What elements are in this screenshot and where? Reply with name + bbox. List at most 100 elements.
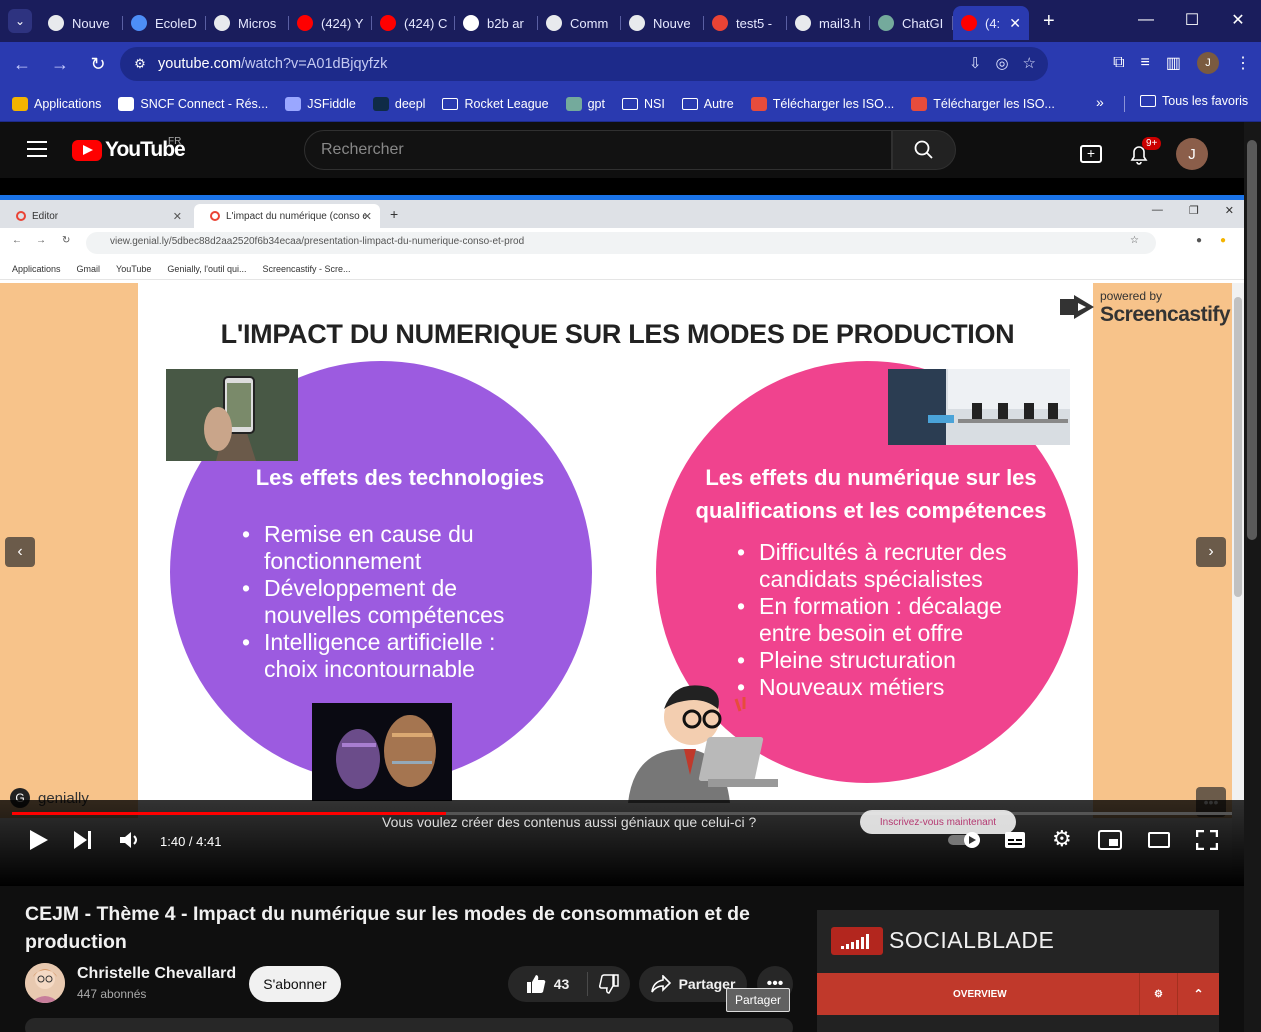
- socialblade-overview-tab[interactable]: OVERVIEW: [953, 989, 1007, 1000]
- region-code: FR: [168, 136, 182, 147]
- browser-tab[interactable]: Comm: [538, 6, 621, 40]
- browser-tab[interactable]: Nouve: [621, 6, 704, 40]
- sncf-icon: [118, 96, 135, 111]
- notifications-button[interactable]: 9+: [1128, 137, 1162, 165]
- miniplayer-icon[interactable]: [1098, 830, 1122, 850]
- browser-tab[interactable]: EcoleD: [123, 6, 206, 40]
- browser-tab[interactable]: mail3.h: [787, 6, 870, 40]
- tab-title: mail3.h: [819, 15, 861, 31]
- arrow-left-icon: ←: [12, 235, 22, 246]
- channel-name[interactable]: Christelle Chevallard: [77, 965, 236, 983]
- left-circle-heading: Les effets des technologies: [255, 465, 545, 490]
- bookmark-item[interactable]: Rocket League: [442, 96, 549, 111]
- tab-search-button[interactable]: ⌄: [8, 9, 32, 33]
- site-info-icon[interactable]: ⚙: [128, 52, 152, 76]
- bookmark-item[interactable]: Applications: [12, 96, 101, 111]
- more-bookmarks-icon[interactable]: »: [1096, 94, 1104, 110]
- tab-title: Nouve: [653, 15, 691, 31]
- menu-icon[interactable]: [27, 141, 47, 157]
- new-tab-button[interactable]: +: [1043, 10, 1055, 33]
- theater-mode-icon[interactable]: [1148, 832, 1170, 848]
- back-button[interactable]: ←: [6, 48, 38, 80]
- browser-tab[interactable]: test5 -: [704, 6, 787, 40]
- recorded-bookmark: Gmail: [76, 263, 101, 274]
- next-icon[interactable]: [74, 831, 92, 849]
- browser-tab[interactable]: b2b ar: [455, 6, 538, 40]
- create-video-icon[interactable]: +: [1080, 145, 1102, 163]
- bookmarks-bar: Applications SNCF Connect - Rés... JSFiddl…: [0, 86, 1261, 122]
- close-icon: ✕: [172, 210, 182, 223]
- browser-window: ⌄ Nouve EcoleD Micros (424) Y (424) C b2b ar C…: [0, 0, 1261, 1032]
- bookmark-item[interactable]: Télécharger les ISO...: [750, 96, 894, 111]
- close-tab-icon[interactable]: ✕: [1009, 15, 1021, 32]
- bookmark-label: Rocket League: [464, 96, 549, 111]
- subscriber-count: 447 abonnés: [77, 987, 147, 1001]
- chevron-up-icon: ⌃: [1193, 987, 1204, 1001]
- close-window-button[interactable]: ✕: [1215, 0, 1261, 40]
- browser-tab[interactable]: Nouve: [40, 6, 123, 40]
- recorded-bookmarks-bar: Applications Gmail YouTube Genially, l'outi…: [0, 258, 1244, 280]
- chrome-icon: [210, 211, 220, 221]
- profile-avatar[interactable]: J: [1197, 52, 1219, 74]
- side-panel-icon[interactable]: ▥: [1166, 53, 1181, 73]
- channel-avatar[interactable]: [25, 963, 65, 1003]
- chevron-left-icon: ‹: [17, 543, 23, 560]
- description-box[interactable]: [25, 1018, 793, 1032]
- search-button[interactable]: [892, 130, 956, 170]
- bookmark-item[interactable]: gpt: [565, 96, 605, 111]
- fullscreen-icon[interactable]: [1196, 830, 1218, 850]
- bookmark-star-icon[interactable]: ☆: [1023, 54, 1036, 72]
- recorded-address-bar: view.genial.ly/5dbec88d2aa2520f6b34ecaa/…: [86, 232, 1156, 254]
- subtitles-icon[interactable]: [1004, 831, 1026, 849]
- eye-slash-icon[interactable]: ◎: [995, 54, 1008, 72]
- bookmark-item[interactable]: Autre: [681, 97, 734, 111]
- chrome-icon: [629, 15, 645, 31]
- search-input[interactable]: Rechercher: [304, 130, 892, 170]
- browser-tab[interactable]: (424) C: [372, 6, 455, 40]
- account-avatar[interactable]: J: [1176, 138, 1208, 170]
- bookmark-item[interactable]: JSFiddle: [285, 96, 356, 111]
- like-dislike-group: 43: [508, 966, 630, 1002]
- dislike-button[interactable]: [588, 974, 630, 994]
- like-button[interactable]: 43: [508, 972, 588, 996]
- chrome-menu-icon[interactable]: ⋮: [1235, 53, 1251, 73]
- browser-tab[interactable]: Micros: [206, 6, 289, 40]
- maximize-button[interactable]: ☐: [1169, 0, 1215, 40]
- phone-tracks-photo: [166, 369, 298, 461]
- right-circle-heading-line2: qualifications et les compétences: [695, 498, 1047, 523]
- promo-text: Vous voulez créer des contenus aussi gén…: [382, 814, 757, 830]
- subscribe-button[interactable]: S'abonner: [249, 966, 341, 1002]
- bookmark-item[interactable]: SNCF Connect - Rés...: [118, 96, 268, 111]
- bookmark-label: deepl: [394, 96, 426, 111]
- forward-button[interactable]: →: [44, 48, 76, 80]
- settings-icon[interactable]: ⚙: [1052, 826, 1072, 852]
- socialblade-collapse-button[interactable]: ⌃: [1177, 973, 1219, 1015]
- page-scrollbar[interactable]: [1244, 122, 1261, 1032]
- minimize-button[interactable]: —: [1123, 0, 1169, 40]
- play-icon[interactable]: [30, 830, 48, 850]
- socialblade-settings-button[interactable]: ⚙: [1139, 973, 1177, 1015]
- media-control-icon[interactable]: ≡: [1141, 54, 1150, 72]
- tab-title: Micros: [238, 15, 277, 31]
- bookmark-item[interactable]: Télécharger les ISO...: [911, 96, 1055, 111]
- bookmark-item[interactable]: deepl: [372, 96, 426, 111]
- tab-title: Nouve: [72, 15, 110, 31]
- install-app-icon[interactable]: ⇩: [969, 54, 982, 72]
- recorded-bookmark: Screencastify - Scre...: [262, 263, 351, 274]
- recorded-toolbar: ← → ↻ view.genial.ly/5dbec88d2aa2520f6b3…: [0, 228, 1244, 258]
- reload-button[interactable]: ↻: [82, 48, 114, 80]
- all-bookmarks-button[interactable]: Tous les favoris: [1140, 94, 1248, 108]
- video-player[interactable]: Editor ✕ L'impact du numérique (conso et ✕…: [0, 178, 1244, 886]
- browser-tab[interactable]: (424) Y: [289, 6, 372, 40]
- extensions-icon[interactable]: ⧉: [1113, 54, 1124, 72]
- tab-title: test5 -: [736, 15, 773, 31]
- address-bar[interactable]: ⚙ youtube.com/watch?v=A01dBjqyfzk ⇩ ◎ ☆: [120, 47, 1048, 81]
- globe-icon: [546, 15, 562, 31]
- autoplay-toggle-icon[interactable]: [948, 832, 984, 848]
- browser-tab[interactable]: (4: ✕: [953, 6, 1029, 40]
- browser-tab[interactable]: ChatGI: [870, 6, 953, 40]
- socialblade-logo-icon: [831, 927, 883, 955]
- youtube-logo[interactable]: YouTube FR: [72, 136, 186, 162]
- bookmark-item[interactable]: NSI: [621, 97, 665, 111]
- volume-icon[interactable]: [120, 831, 142, 849]
